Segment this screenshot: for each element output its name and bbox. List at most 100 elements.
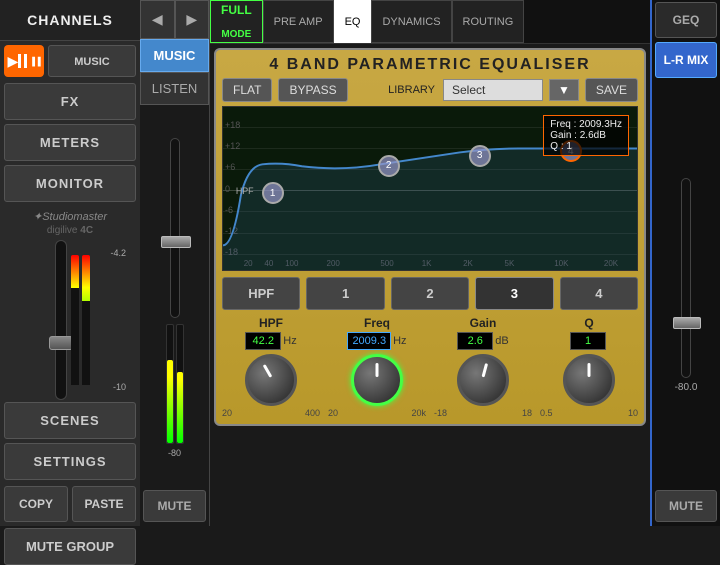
nav-next-button[interactable]: ▶ xyxy=(175,0,210,39)
save-button[interactable]: SAVE xyxy=(585,78,638,102)
band3-button[interactable]: 3 xyxy=(475,277,553,310)
db-label-top: -4.2 xyxy=(110,248,126,258)
gain-knob[interactable] xyxy=(457,354,509,406)
freq-value-box[interactable]: 2009.3 xyxy=(347,332,391,350)
gain-min: -18 xyxy=(434,408,447,418)
hpf-knob[interactable] xyxy=(245,354,297,406)
ch-fader-area: -80 xyxy=(140,105,209,490)
sidebar-channels[interactable]: CHANNELS xyxy=(0,0,140,41)
eq-node-1[interactable]: 1 xyxy=(262,182,284,204)
gain-value-box[interactable]: 2.6 xyxy=(457,332,493,350)
hpf-text: HPF xyxy=(236,186,254,196)
meter-bars xyxy=(71,255,90,385)
meter-bar-right xyxy=(82,255,90,385)
q-knob[interactable] xyxy=(563,354,615,406)
gain-value-row: 2.6 dB xyxy=(457,332,508,350)
hpf-unit: Hz xyxy=(283,335,296,347)
dynamics-button[interactable]: DYNAMICS xyxy=(371,0,451,43)
eq-panel: 4 BAND PARAMETRIC EQUALISER FLAT BYPASS … xyxy=(214,48,646,426)
meter-mask-right xyxy=(82,301,90,386)
q-knob-group: Q 1 0.5 10 xyxy=(540,316,638,418)
gain-knob-marker xyxy=(482,363,489,377)
q-value-box[interactable]: 1 xyxy=(570,332,606,350)
tooltip-gain: Gain : 2.6dB xyxy=(550,130,622,141)
eq-tooltip: Freq : 2009.3Hz Gain : 2.6dB Q : 1 xyxy=(543,115,629,156)
hpf-value-box[interactable]: 42.2 xyxy=(245,332,281,350)
sidebar-scenes[interactable]: SCENES xyxy=(4,402,136,439)
hpf-min: 20 xyxy=(222,408,232,418)
hpf-knob-marker xyxy=(263,364,273,378)
ch-fader-knob[interactable] xyxy=(161,236,191,248)
meter-fader-area: -4.2 -10 xyxy=(0,240,140,400)
music-channel-button[interactable]: MUSIC xyxy=(140,39,209,72)
db-label-bottom: -10 xyxy=(113,382,126,392)
eq-title: 4 BAND PARAMETRIC EQUALISER xyxy=(222,56,638,74)
freq-max: 20k xyxy=(411,408,426,418)
digilive-logo: digilive 4C xyxy=(6,225,134,236)
freq-knob[interactable] xyxy=(351,354,403,406)
ch-meter-bar-r xyxy=(176,324,184,444)
band-buttons: HPF 1 2 3 4 xyxy=(222,277,638,310)
flat-button[interactable]: FLAT xyxy=(222,78,272,102)
band1-button[interactable]: 1 xyxy=(306,277,384,310)
lr-mix-button[interactable]: L-R MIX xyxy=(655,42,716,78)
band2-button[interactable]: 2 xyxy=(391,277,469,310)
eq-node-3[interactable]: 3 xyxy=(469,145,491,167)
paste-button[interactable]: PASTE xyxy=(72,486,136,522)
full-mode-button[interactable]: FULL MODE xyxy=(210,0,263,43)
music-button[interactable]: MUSIC xyxy=(48,45,136,77)
freq-knob-group: Freq 2009.3 Hz 20 20k xyxy=(328,316,426,418)
channel-fader-track xyxy=(55,240,67,400)
right-fader-knob[interactable] xyxy=(673,317,701,329)
nav-prev-button[interactable]: ◀ xyxy=(140,0,175,39)
gain-knob-scale: -18 18 xyxy=(434,408,532,418)
ch-fader-track xyxy=(170,138,180,318)
ch-meter-fill-r xyxy=(177,372,183,443)
freq-unit: Hz xyxy=(393,335,406,347)
channel-fader-handle[interactable] xyxy=(49,336,73,350)
q-value-row: 1 xyxy=(570,332,608,350)
left-sidebar: CHANNELS MUSIC FX METERS MONITOR ✦Studio… xyxy=(0,0,140,526)
meter-mask-left xyxy=(71,288,79,386)
sidebar-monitor[interactable]: MONITOR xyxy=(4,165,136,202)
eq-graph[interactable]: +18 +12 +6 0 -6 -12 -18 20 40 100 200 50… xyxy=(222,106,638,271)
tooltip-q: Q : 1 xyxy=(550,141,622,152)
hpf-knob-group: HPF 42.2 Hz 20 400 xyxy=(222,316,320,418)
freq-knob-marker xyxy=(376,363,379,377)
pre-amp-button[interactable]: PRE AMP xyxy=(263,0,334,43)
channel-nav: ◀ ▶ xyxy=(140,0,209,39)
ch-db-label: -80 xyxy=(168,448,181,458)
listen-channel-button[interactable]: LISTEN xyxy=(140,72,209,105)
eq-button[interactable]: EQ xyxy=(334,0,372,43)
q-knob-marker xyxy=(588,363,591,377)
geq-button[interactable]: GEQ xyxy=(655,2,716,38)
ch-meter-bar-l xyxy=(166,324,174,444)
right-fader-area: -80.0 xyxy=(652,80,720,490)
sidebar-fx[interactable]: FX xyxy=(4,83,136,120)
band4-button[interactable]: 4 xyxy=(560,277,638,310)
copy-button[interactable]: COPY xyxy=(4,486,68,522)
right-panel: GEQ L-R MIX -80.0 MUTE xyxy=(650,0,720,526)
gain-unit: dB xyxy=(495,335,508,347)
hpf-knob-label: HPF xyxy=(259,316,283,330)
play-pause-button[interactable] xyxy=(4,45,44,77)
bypass-button[interactable]: BYPASS xyxy=(278,78,347,102)
sidebar-settings[interactable]: SETTINGS xyxy=(4,443,136,480)
pause-icon xyxy=(18,54,27,68)
music-listen-area: MUSIC LISTEN xyxy=(140,39,209,105)
sidebar-meters[interactable]: METERS xyxy=(4,124,136,161)
mute-group-button[interactable]: MUTE GROUP xyxy=(4,528,136,565)
top-nav: FULL MODE PRE AMP EQ DYNAMICS ROUTING xyxy=(210,0,650,44)
hpf-knob-scale: 20 400 xyxy=(222,408,320,418)
routing-button[interactable]: ROUTING xyxy=(452,0,525,43)
ch-mute-button[interactable]: MUTE xyxy=(143,490,205,522)
gain-max: 18 xyxy=(522,408,532,418)
right-mute-button[interactable]: MUTE xyxy=(655,490,716,522)
library-select[interactable]: Select xyxy=(443,79,543,101)
ch-meter xyxy=(166,324,184,444)
eq-node-2[interactable]: 2 xyxy=(378,155,400,177)
library-dropdown-button[interactable]: ▼ xyxy=(549,79,579,101)
freq-knob-scale: 20 20k xyxy=(328,408,426,418)
hpf-band-button[interactable]: HPF xyxy=(222,277,300,310)
studiomaster-logo: ✦Studiomaster xyxy=(6,208,134,225)
